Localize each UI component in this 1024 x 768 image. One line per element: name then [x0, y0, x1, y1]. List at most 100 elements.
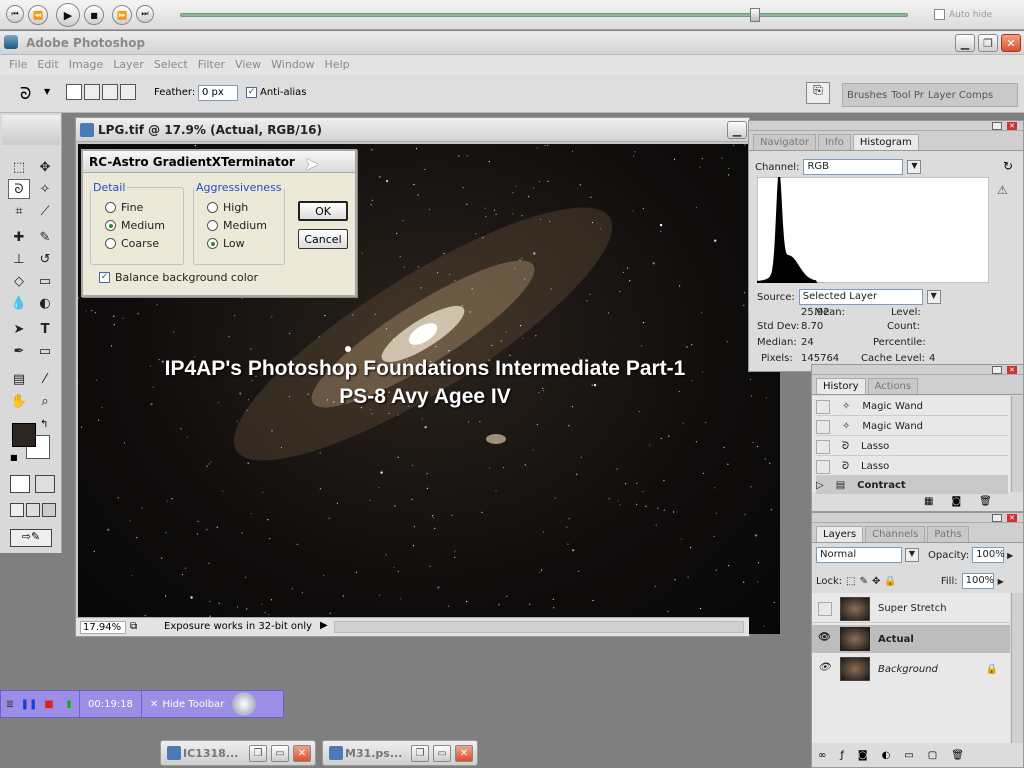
- channel-select[interactable]: RGB: [803, 159, 904, 175]
- eye-icon[interactable]: 👁: [818, 662, 832, 676]
- layer-mask-icon[interactable]: ◙: [858, 750, 868, 761]
- magic-wand-tool-icon[interactable]: ✧: [34, 179, 56, 199]
- type-tool-icon[interactable]: T: [34, 319, 56, 339]
- history-snapshot-icon[interactable]: [816, 419, 830, 434]
- stamp-tool-icon[interactable]: ⊥: [8, 249, 30, 269]
- menu-layer[interactable]: Layer: [108, 55, 149, 75]
- history-item[interactable]: ᘐ Lasso: [816, 438, 1008, 456]
- menu-filter[interactable]: Filter: [193, 55, 230, 75]
- restore-button[interactable]: ❐: [978, 34, 998, 52]
- crop-tool-icon[interactable]: ⌗: [8, 201, 30, 221]
- refresh-icon[interactable]: ↻: [1003, 159, 1013, 173]
- palette-tab-brushes[interactable]: Brushes: [847, 90, 887, 101]
- lock-position-icon[interactable]: ✥: [872, 576, 880, 587]
- close-button[interactable]: ✕: [1001, 34, 1021, 52]
- rewind-icon[interactable]: ⏪: [28, 5, 48, 25]
- maximize-icon[interactable]: ▭: [433, 745, 451, 762]
- history-item[interactable]: ✧ Magic Wand: [816, 398, 1008, 416]
- swap-colors-icon[interactable]: ↰: [40, 419, 48, 430]
- history-item-current[interactable]: ▷ ▤ Contract: [816, 476, 1008, 494]
- source-select[interactable]: Selected Layer: [798, 289, 923, 305]
- delete-layer-icon[interactable]: 🗑: [951, 750, 964, 761]
- palette-tab-tool-presets[interactable]: Tool Pr: [891, 90, 924, 101]
- restore-icon[interactable]: ❐: [249, 745, 267, 762]
- history-snapshot-icon[interactable]: [816, 459, 830, 474]
- lock-transparency-icon[interactable]: ⬚: [846, 576, 855, 587]
- balance-option[interactable]: ✓ Balance background color: [99, 271, 258, 284]
- source-dropdown-icon[interactable]: ▼: [926, 290, 941, 304]
- close-icon[interactable]: ✕: [455, 745, 473, 762]
- brush-tool-icon[interactable]: ✎: [34, 227, 56, 247]
- tab-actions[interactable]: Actions: [867, 378, 919, 394]
- dodge-tool-icon[interactable]: ◐: [34, 293, 56, 313]
- slice-tool-icon[interactable]: ⟋: [34, 201, 56, 221]
- new-document-icon[interactable]: ▦: [924, 496, 933, 507]
- menu-window[interactable]: Window: [266, 55, 319, 75]
- palette-well-icon[interactable]: ⎘: [806, 82, 830, 104]
- channel-dropdown-icon[interactable]: ▼: [907, 160, 922, 174]
- opacity-arrow-icon[interactable]: ▶: [1007, 551, 1013, 560]
- palette-tab-layer-comps[interactable]: Layer Comps: [928, 90, 993, 101]
- history-close-icon[interactable]: ✕: [1007, 366, 1017, 374]
- tab-history[interactable]: History: [816, 378, 866, 394]
- add-selection-icon[interactable]: [84, 84, 100, 100]
- hide-toolbar-close-icon[interactable]: ✕: [142, 699, 158, 710]
- skip-start-icon[interactable]: ⏮: [6, 5, 24, 23]
- opacity-input[interactable]: 100%: [972, 547, 1005, 563]
- lock-paint-icon[interactable]: ✎: [860, 576, 868, 587]
- seek-thumb[interactable]: [750, 8, 761, 22]
- status-info-icon[interactable]: ⧉: [130, 621, 137, 632]
- status-menu-arrow-icon[interactable]: ▶: [320, 620, 328, 631]
- lock-all-icon[interactable]: 🔒: [884, 576, 896, 587]
- menu-help[interactable]: Help: [320, 55, 355, 75]
- autohide-checkbox[interactable]: [934, 9, 945, 20]
- history-brush-icon[interactable]: ↺: [34, 249, 56, 269]
- fill-arrow-icon[interactable]: ▶: [998, 577, 1004, 586]
- new-snapshot-icon[interactable]: ◙: [951, 496, 961, 507]
- aggr-high-radio[interactable]: [207, 202, 218, 213]
- screen-mode-standard-icon[interactable]: [10, 503, 24, 517]
- lasso-icon[interactable]: ᘐ: [20, 84, 31, 104]
- minimize-button[interactable]: ▁: [955, 34, 975, 52]
- history-scrollbar[interactable]: [1011, 396, 1023, 492]
- blend-dropdown-icon[interactable]: ▼: [905, 548, 919, 562]
- history-item[interactable]: ᘐ Lasso: [816, 458, 1008, 476]
- minimized-window-m31[interactable]: M31.ps... ❐ ▭ ✕: [322, 740, 478, 766]
- aggr-high-option[interactable]: High: [207, 201, 248, 214]
- new-layer-icon[interactable]: ▢: [928, 750, 937, 761]
- seek-track[interactable]: [180, 13, 908, 17]
- zoom-level[interactable]: 17.94%: [80, 621, 126, 634]
- cancel-button[interactable]: Cancel: [298, 229, 348, 249]
- menu-file[interactable]: File: [4, 55, 32, 75]
- play-icon[interactable]: ▶: [56, 3, 80, 27]
- tab-paths[interactable]: Paths: [927, 526, 969, 542]
- path-select-icon[interactable]: ➤: [8, 319, 30, 339]
- visibility-toggle[interactable]: [818, 601, 832, 616]
- panel-minimize-icon[interactable]: [992, 122, 1002, 130]
- restore-icon[interactable]: ❐: [411, 745, 429, 762]
- layers-minimize-icon[interactable]: [992, 514, 1002, 522]
- menu-edit[interactable]: Edit: [32, 55, 63, 75]
- default-colors-icon[interactable]: ■: [10, 453, 18, 462]
- aggr-low-radio[interactable]: [207, 238, 218, 249]
- fill-input[interactable]: 100%: [961, 573, 994, 589]
- layers-scrollbar[interactable]: [1011, 593, 1023, 743]
- balance-checkbox[interactable]: ✓: [99, 272, 110, 283]
- menu-view[interactable]: View: [230, 55, 266, 75]
- horizontal-scrollbar[interactable]: [334, 621, 744, 633]
- layer-row-active[interactable]: 👁 Actual: [812, 625, 1010, 653]
- eraser-tool-icon[interactable]: ◇: [8, 271, 30, 291]
- detail-coarse-radio[interactable]: [105, 238, 116, 249]
- hide-toolbar-button[interactable]: Hide Toolbar: [158, 699, 224, 710]
- foreground-color-swatch[interactable]: [12, 423, 36, 447]
- pause-icon[interactable]: ❚❚: [19, 699, 39, 710]
- detail-medium-option[interactable]: Medium: [105, 219, 165, 232]
- quickmask-mode-icon[interactable]: [35, 475, 55, 493]
- standard-mode-icon[interactable]: [10, 475, 30, 493]
- tab-info[interactable]: Info: [817, 134, 851, 150]
- new-group-icon[interactable]: ▭: [904, 750, 913, 761]
- blend-mode-select[interactable]: Normal: [816, 547, 902, 563]
- chevron-down-icon[interactable]: ▼: [44, 87, 50, 96]
- intersect-selection-icon[interactable]: [120, 84, 136, 100]
- blur-tool-icon[interactable]: 💧: [8, 293, 30, 313]
